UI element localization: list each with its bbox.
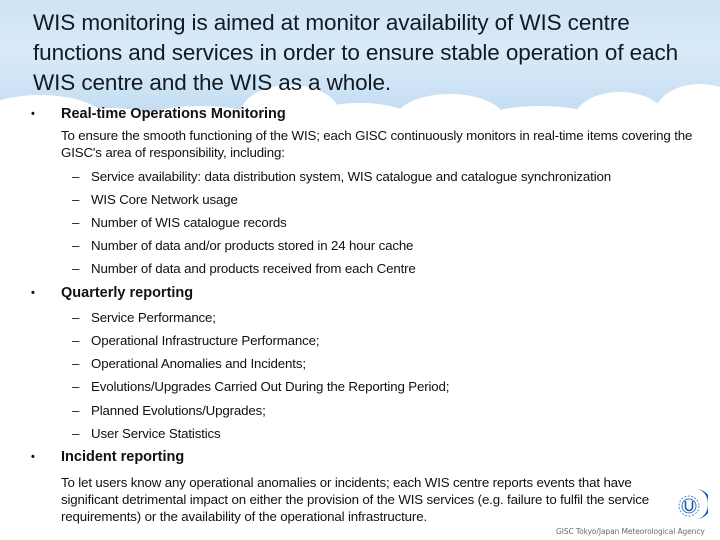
- list-item-text: Planned Evolutions/Upgrades;: [91, 403, 266, 418]
- section-intro-incident: To let users know any operational anomal…: [61, 475, 650, 524]
- dash-icon: –: [72, 192, 80, 207]
- list-item: – Operational Infrastructure Performance;: [72, 332, 320, 349]
- dash-icon: –: [72, 261, 80, 276]
- dash-icon: –: [72, 310, 80, 325]
- list-item: – Number of data and/or products stored i…: [72, 237, 413, 254]
- list-item-text: Service Performance;: [91, 310, 216, 325]
- list-item: – Operational Anomalies and Incidents;: [72, 355, 306, 372]
- list-item: – Planned Evolutions/Upgrades;: [72, 402, 266, 419]
- dash-icon: –: [72, 333, 80, 348]
- list-item: – Number of data and products received fr…: [72, 260, 416, 277]
- list-item-text: Service availability: data distribution …: [91, 169, 611, 184]
- list-item: – User Service Statistics: [72, 425, 221, 442]
- wmo-logo-icon: [678, 489, 708, 519]
- section-heading-incident: • Incident reporting: [31, 449, 184, 465]
- bullet-icon: •: [31, 108, 35, 120]
- section-heading-realtime: • Real-time Operations Monitoring: [31, 106, 286, 122]
- dash-icon: –: [72, 238, 80, 253]
- list-item: – WIS Core Network usage: [72, 191, 238, 208]
- dash-icon: –: [72, 379, 80, 394]
- list-item: – Number of WIS catalogue records: [72, 214, 287, 231]
- list-item-text: User Service Statistics: [91, 426, 221, 441]
- section-intro-realtime: To ensure the smooth functioning of the …: [61, 128, 693, 160]
- section-heading-text: Real-time Operations Monitoring: [61, 106, 286, 122]
- section-heading-text: Incident reporting: [61, 449, 185, 465]
- dash-icon: –: [72, 426, 80, 441]
- slide-title: WIS monitoring is aimed at monitor avail…: [33, 10, 679, 95]
- section-heading-text: Quarterly reporting: [61, 285, 194, 301]
- list-item-text: Evolutions/Upgrades Carried Out During t…: [91, 379, 450, 394]
- list-item: – Evolutions/Upgrades Carried Out During …: [72, 378, 449, 395]
- list-item-text: Operational Anomalies and Incidents;: [91, 356, 306, 371]
- list-item-text: Operational Infrastructure Performance;: [91, 333, 320, 348]
- section-heading-quarterly: • Quarterly reporting: [31, 285, 193, 301]
- dash-icon: –: [72, 169, 80, 184]
- credit-text: GISC Tokyo/Japan Meteorological Agency: [556, 527, 705, 536]
- list-item-text: Number of data and products received fro…: [91, 261, 416, 276]
- list-item: – Service availability: data distribution…: [72, 168, 611, 185]
- list-item-text: Number of WIS catalogue records: [91, 215, 287, 230]
- dash-icon: –: [72, 215, 80, 230]
- list-item-text: Number of data and/or products stored in…: [91, 238, 414, 253]
- list-item: – Service Performance;: [72, 309, 216, 326]
- bullet-icon: •: [31, 287, 35, 299]
- list-item-text: WIS Core Network usage: [91, 192, 238, 207]
- dash-icon: –: [72, 356, 80, 371]
- dash-icon: –: [72, 403, 80, 418]
- bullet-icon: •: [31, 451, 35, 463]
